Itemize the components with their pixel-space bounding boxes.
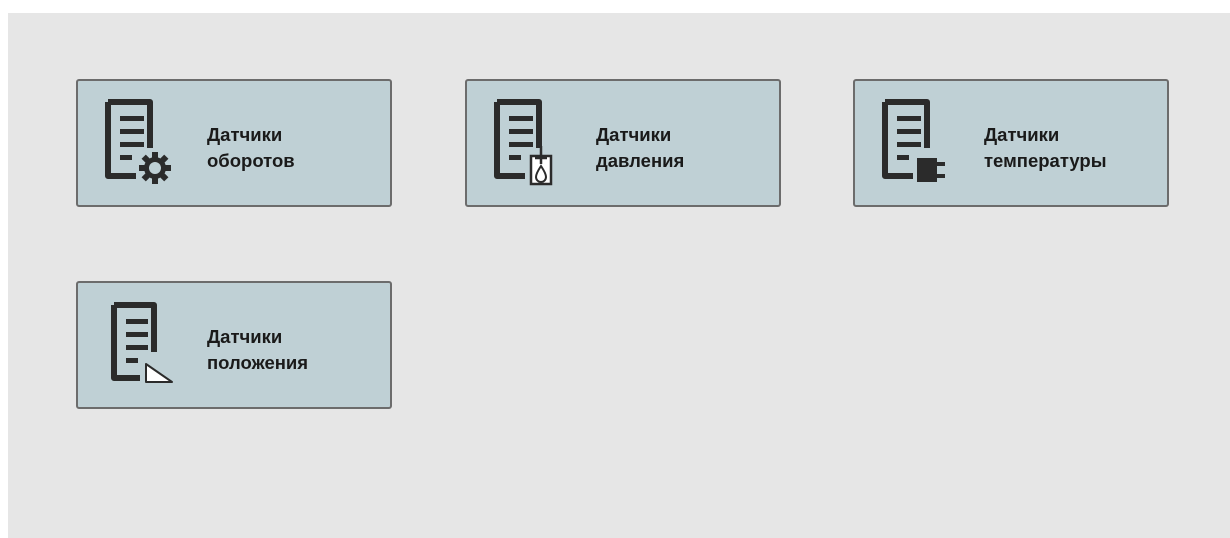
tile-label-line2: температуры: [984, 150, 1107, 171]
tile-label-line2: оборотов: [207, 150, 295, 171]
document-plug-icon: [873, 98, 953, 190]
document-triangle-icon: [96, 300, 176, 392]
position-sensors-button[interactable]: Датчики положения: [76, 281, 392, 409]
temperature-sensors-button[interactable]: Датчики температуры: [853, 79, 1169, 207]
tile-label-line1: Датчики: [207, 124, 283, 145]
rpm-sensors-button[interactable]: Датчики оборотов: [76, 79, 392, 207]
tile-label: Датчики положения: [207, 324, 308, 376]
document-pressure-gauge-icon: [485, 98, 565, 190]
document-gear-icon: [96, 98, 176, 190]
tile-label-line2: положения: [207, 352, 309, 373]
tile-label: Датчики температуры: [984, 122, 1107, 174]
sensors-panel: Датчики оборотов Датчики давления Датчик…: [8, 13, 1230, 538]
tile-label-line2: давления: [596, 150, 685, 171]
tile-label-line1: Датчики: [984, 124, 1060, 145]
tile-label-line1: Датчики: [596, 124, 672, 145]
tile-label: Датчики оборотов: [207, 122, 295, 174]
pressure-sensors-button[interactable]: Датчики давления: [465, 79, 781, 207]
tile-label-line1: Датчики: [207, 326, 283, 347]
tile-label: Датчики давления: [596, 122, 684, 174]
